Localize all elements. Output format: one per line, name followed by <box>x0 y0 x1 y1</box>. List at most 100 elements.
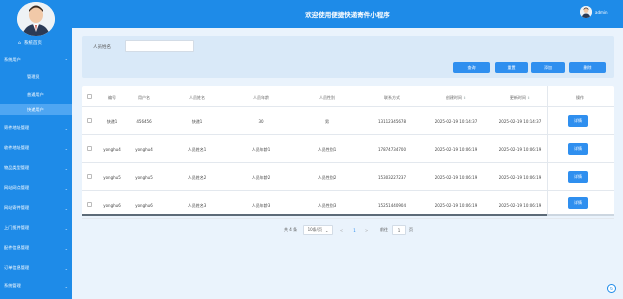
sort-icon: ⇕ <box>463 96 467 100</box>
sidebar-group-label: 系统管理 <box>4 283 21 288</box>
sidebar-group-outlets[interactable]: 网站网点管理 ⌄ <box>4 184 70 192</box>
sidebar-group-system[interactable]: 系统管理 ⌄ <box>4 282 70 290</box>
search-input[interactable] <box>125 40 194 52</box>
sidebar-item-label: 管理员 <box>27 73 40 79</box>
table-cell: 男 <box>325 119 329 124</box>
table-cell: yonghu6 <box>103 203 121 208</box>
home-icon: ⌂ <box>18 40 21 46</box>
query-button[interactable]: 查询 <box>453 62 490 73</box>
page-size-select[interactable]: 10条/页 ⌄ <box>303 225 333 235</box>
pagination-total: 共 4 条 <box>284 227 298 232</box>
table-cell: 456456 <box>136 119 152 124</box>
sidebar-group-outlet-shipping[interactable]: 网站寄件管理 ⌄ <box>4 204 70 212</box>
sidebar-group-pickup[interactable]: 上门揽件管理 ⌄ <box>4 224 70 232</box>
sidebar-group-sender-address[interactable]: 寄件地址管理 ⌄ <box>4 124 70 132</box>
table-cell: 人员年龄1 <box>251 147 271 152</box>
table-cell: yonghu4 <box>103 147 121 152</box>
avatar <box>17 2 55 36</box>
table-cell: 人员姓名2 <box>187 175 207 180</box>
table-cell: 人员姓名3 <box>187 203 207 208</box>
column-header-updated[interactable]: 更新时间 ⇕ <box>510 95 530 101</box>
table-cell: 人员性别1 <box>317 147 337 152</box>
sidebar-item-normal-users[interactable]: 普通用户 <box>0 89 72 100</box>
sidebar-group-receiver-address[interactable]: 收件地址管理 ⌄ <box>4 144 70 152</box>
table-cell: 2025-02-19 10:06:19 <box>434 203 478 208</box>
table-cell: 快递1 <box>106 119 118 124</box>
sort-icon: ⇕ <box>527 96 531 100</box>
select-all-checkbox[interactable] <box>87 94 92 99</box>
table-cell: 2025-02-19 10:06:19 <box>434 147 478 152</box>
chevron-down-icon: ⌄ <box>64 165 68 171</box>
row-checkbox[interactable] <box>87 202 92 207</box>
next-page-button[interactable]: > <box>362 225 371 235</box>
table-cell: 2025-02-19 10:06:19 <box>498 175 542 180</box>
sidebar-home-label: 系统首页 <box>23 41 42 46</box>
refresh-icon[interactable]: ↻ <box>607 284 616 293</box>
row-checkbox[interactable] <box>87 118 92 123</box>
table-cell: 人员性别3 <box>317 203 337 208</box>
chevron-down-icon: ⌄ <box>64 265 68 271</box>
sidebar-group-item-types[interactable]: 物品类型管理 ⌄ <box>4 164 70 172</box>
column-header-updated-label: 更新时间 <box>509 95 526 100</box>
page-title: 欢迎使用便捷快递寄件小程序 <box>305 11 390 19</box>
page-size-value: 10条/页 <box>307 227 323 232</box>
column-header-actions: 操作 <box>576 95 584 100</box>
detail-button[interactable]: 详情 <box>568 143 588 155</box>
detail-button[interactable]: 详情 <box>568 171 588 183</box>
detail-button[interactable]: 详情 <box>568 115 588 127</box>
table-cell: 13112345678 <box>378 119 406 124</box>
page-unit-label: 页 <box>409 227 413 232</box>
chevron-down-icon: ⌄ <box>64 205 68 211</box>
column-header-phone: 联系方式 <box>384 95 400 100</box>
chevron-down-icon: ⌄ <box>325 227 329 233</box>
table-cell: 2025-02-19 10:14:37 <box>498 119 542 124</box>
delete-button[interactable]: 删除 <box>569 62 606 73</box>
sidebar: ⌂ 系统首页 系统用户 ⌃ 管理员 普通用户 快递用户 寄件地址管理 ⌄ 收件地址… <box>0 0 72 299</box>
user-name[interactable]: admin <box>595 10 608 15</box>
chevron-down-icon: ⌄ <box>64 283 68 289</box>
sidebar-group-users[interactable]: 系统用户 ⌃ <box>4 56 70 64</box>
user-avatar[interactable] <box>580 6 592 18</box>
scrollbar-thumb[interactable] <box>82 214 547 216</box>
prev-page-button[interactable]: < <box>337 225 346 235</box>
sidebar-group-label: 寄件地址管理 <box>4 125 30 130</box>
table-cell: 2025-02-19 10:14:37 <box>434 119 478 124</box>
table-header <box>82 86 614 107</box>
sidebar-item-admin[interactable]: 管理员 <box>0 71 72 82</box>
table-cell: 人员年龄2 <box>251 175 271 180</box>
table-cell: 30 <box>258 119 264 124</box>
table-cell: 人员年龄3 <box>251 203 271 208</box>
row-checkbox[interactable] <box>87 146 92 151</box>
table-cell: yonghu5 <box>135 175 153 180</box>
sidebar-home[interactable]: ⌂ 系统首页 <box>18 40 42 47</box>
sidebar-item-label: 快递用户 <box>27 106 44 112</box>
sidebar-group-label: 系统用户 <box>4 57 21 62</box>
sidebar-group-label: 收件地址管理 <box>4 145 30 150</box>
sidebar-group-label: 配件信息管理 <box>4 245 30 250</box>
sidebar-item-courier-users[interactable]: 快递用户 <box>0 104 72 115</box>
chevron-down-icon: ⌄ <box>64 225 68 231</box>
table-cell: 人员性别2 <box>317 175 337 180</box>
top-header: 欢迎使用便捷快递寄件小程序 admin <box>72 0 623 28</box>
chevron-up-icon: ⌃ <box>64 57 68 63</box>
sidebar-group-parts[interactable]: 配件信息管理 ⌄ <box>4 244 70 252</box>
table-cell: 快递1 <box>191 119 203 124</box>
sidebar-group-label: 网站网点管理 <box>4 185 30 190</box>
table-cell: 2025-02-19 10:06:19 <box>498 147 542 152</box>
table-cell: 2025-02-19 10:06:19 <box>498 203 542 208</box>
column-header-created-label: 创建时间 <box>445 95 462 100</box>
column-header-username: 用户名 <box>138 95 150 100</box>
goto-label: 前往 <box>380 227 388 232</box>
chevron-down-icon: ⌄ <box>64 145 68 151</box>
row-checkbox[interactable] <box>87 174 92 179</box>
add-button[interactable]: 添加 <box>531 62 565 73</box>
goto-page-input[interactable]: 1 <box>392 225 406 235</box>
sidebar-group-orders[interactable]: 订单信息管理 ⌄ <box>4 264 70 272</box>
sidebar-item-label: 普通用户 <box>27 91 44 97</box>
column-header-created[interactable]: 创建时间 ⇕ <box>446 95 466 101</box>
current-page[interactable]: 1 <box>350 225 359 235</box>
sidebar-group-label: 订单信息管理 <box>4 265 30 270</box>
table-cell: yonghu6 <box>135 203 153 208</box>
reset-button[interactable]: 重置 <box>495 62 528 73</box>
detail-button[interactable]: 详情 <box>568 197 588 209</box>
